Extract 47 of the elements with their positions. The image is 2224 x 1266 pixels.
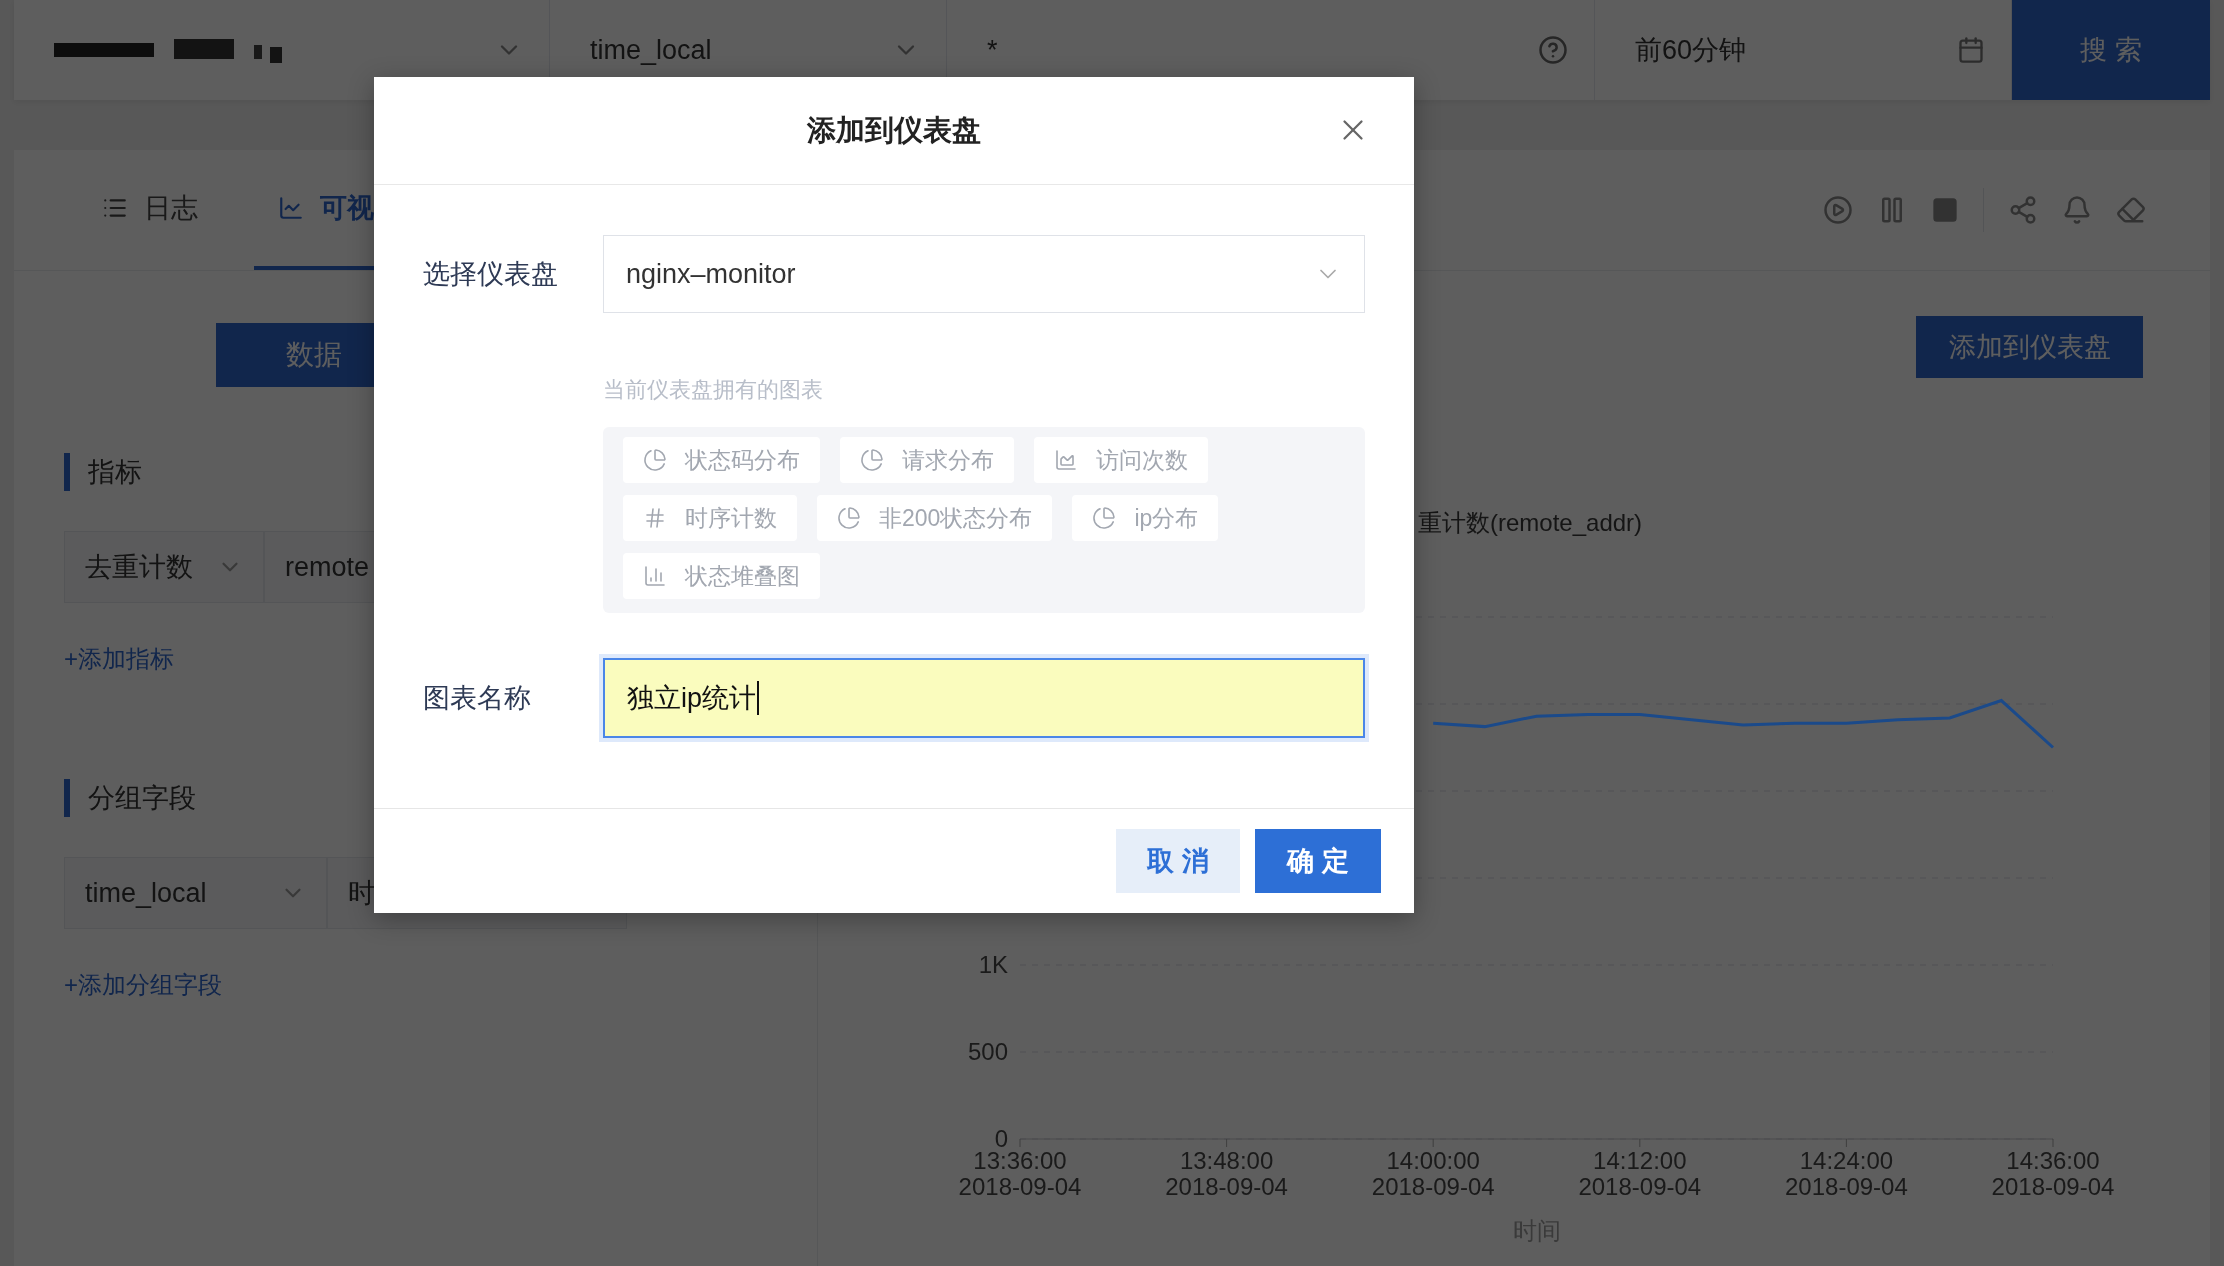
stop-icon[interactable] <box>1931 196 1959 224</box>
share-icon[interactable] <box>2008 195 2038 225</box>
play-icon[interactable] <box>1823 195 1853 225</box>
chart-chip: 访问次数 <box>1034 437 1208 483</box>
confirm-button[interactable]: 确 定 <box>1255 829 1381 893</box>
x-tick-label: 13:48:00 2018-09-04 <box>1165 1147 1288 1200</box>
x-tick-label: 14:12:00 2018-09-04 <box>1578 1147 1702 1200</box>
chart-chip: 请求分布 <box>840 437 1014 483</box>
x-tick-label: 14:36:00 2018-09-04 <box>1991 1147 2115 1200</box>
function-select[interactable]: 去重计数 <box>64 531 264 603</box>
chart-chip: 状态堆叠图 <box>623 553 820 599</box>
charts-hint: 当前仪表盘拥有的图表 <box>603 376 824 404</box>
eraser-icon[interactable] <box>2116 195 2146 225</box>
form-label: 选择仪表盘 <box>423 258 559 291</box>
calendar-icon <box>1957 36 1985 64</box>
legend-label: 重计数(remote_addr) <box>1418 509 1643 536</box>
line-chart-icon <box>278 195 304 221</box>
pie-chart-icon <box>837 506 861 530</box>
search-button[interactable]: 搜 索 <box>2012 0 2210 100</box>
chart-name-field[interactable]: 独立ip统计 <box>603 658 1365 738</box>
chart-chip: ip分布 <box>1072 495 1219 541</box>
section-title: 指标 <box>64 453 142 491</box>
chart-chip: 非200状态分布 <box>817 495 1053 541</box>
pie-chart-icon <box>860 448 884 472</box>
y-tick-label: 500 <box>967 1038 1008 1065</box>
x-tick-label: 14:24:00 2018-09-04 <box>1785 1147 1908 1200</box>
number-icon <box>643 506 667 530</box>
tab[interactable]: 日志 <box>78 150 222 270</box>
area-chart-icon <box>1054 448 1078 472</box>
help-icon[interactable] <box>1538 35 1568 65</box>
y-tick-label: 1K <box>978 951 1008 978</box>
section-title: 分组字段 <box>64 779 196 817</box>
cancel-button[interactable]: 取 消 <box>1116 829 1240 893</box>
bell-icon[interactable] <box>2062 195 2092 225</box>
chart-chip: 时序计数 <box>623 495 797 541</box>
form-label: 图表名称 <box>423 682 532 715</box>
add-metric-link[interactable]: +添加指标 <box>64 643 174 675</box>
x-tick-label: 14:00:00 2018-09-04 <box>1371 1147 1495 1200</box>
add-to-dashboard-button[interactable]: 添加到仪表盘 <box>1916 316 2143 378</box>
dashboard-select[interactable]: nginx–monitor <box>603 235 1365 313</box>
add-group-field-link[interactable]: +添加分组字段 <box>64 969 222 1001</box>
chart-chip: 状态码分布 <box>623 437 820 483</box>
group-field-select[interactable]: time_local <box>64 857 327 929</box>
pie-chart-icon <box>643 448 667 472</box>
dialog-title: 添加到仪表盘 <box>807 112 981 148</box>
bar-chart-icon <box>643 564 667 588</box>
pie-chart-icon <box>1092 506 1117 530</box>
